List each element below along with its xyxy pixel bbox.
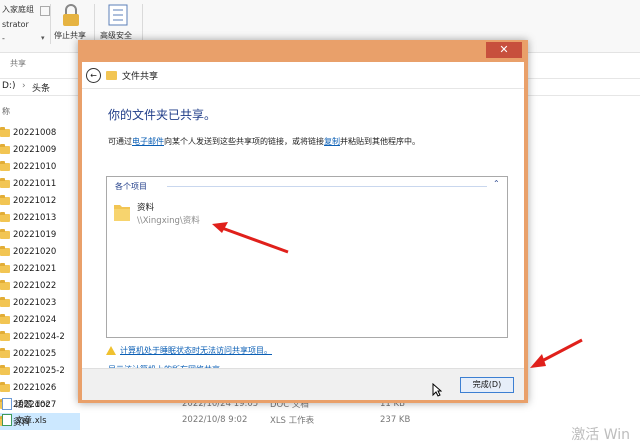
annotation-arrows — [212, 222, 583, 368]
red-arrow-icon — [530, 338, 583, 368]
red-arrow-icon — [212, 222, 289, 254]
